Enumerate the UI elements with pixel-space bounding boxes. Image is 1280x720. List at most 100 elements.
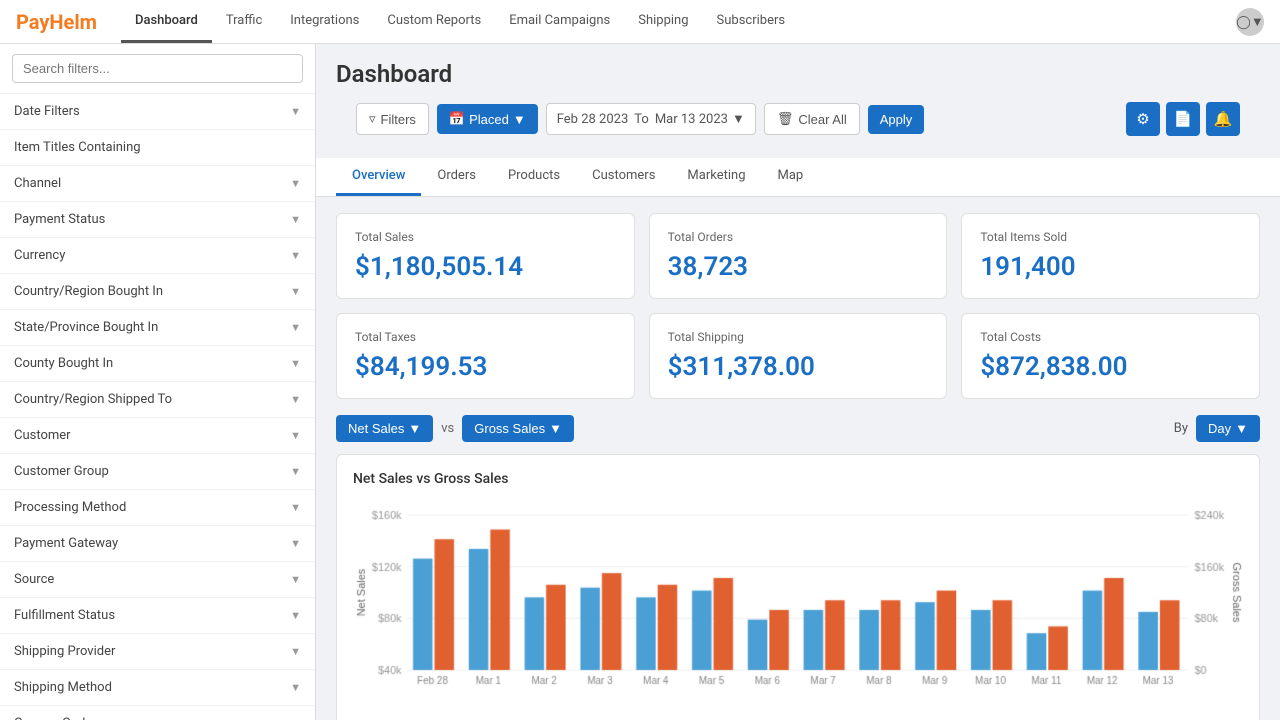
chevron-icon: ▼ — [290, 177, 301, 190]
sidebar-item-label: State/Province Bought In — [14, 320, 158, 335]
sidebar-item-label: Coupon Code — [14, 716, 92, 720]
nav-tab-email-campaigns[interactable]: Email Campaigns — [495, 0, 624, 43]
apply-button[interactable]: Apply — [868, 105, 925, 134]
logo: PayHelm — [16, 10, 97, 34]
chevron-icon: ▼ — [290, 249, 301, 262]
chevron-icon: ▼ — [290, 429, 301, 442]
clear-all-button[interactable]: 🗑 Clear All — [764, 103, 860, 135]
sidebar-item-13[interactable]: Source ▼ — [0, 562, 315, 598]
sidebar-item-15[interactable]: Shipping Provider▼ — [0, 634, 315, 670]
chevron-icon: ▼ — [290, 501, 301, 514]
chevron-icon: ▼ — [290, 609, 301, 622]
sidebar-item-10[interactable]: Customer Group▼ — [0, 454, 315, 490]
net-sales-button[interactable]: Net Sales ▼ — [336, 415, 433, 442]
sidebar-item-label: Shipping Method — [14, 680, 112, 695]
sidebar-item-label: Processing Method — [14, 500, 126, 515]
sidebar-item-label: Item Titles Containing — [14, 140, 141, 155]
sidebar-item-label: Payment Gateway — [14, 536, 118, 551]
stat-label: Total Orders — [668, 230, 929, 244]
user-menu[interactable]: ◯▼ — [1236, 8, 1264, 36]
nav-right: ◯▼ — [1236, 8, 1264, 36]
filters-button[interactable]: ▿ Filters — [356, 103, 429, 135]
sidebar-item-11[interactable]: Processing Method ▼ — [0, 490, 315, 526]
dash-header: Dashboard ▿ Filters 📅 Placed ▼ Feb 28 20… — [316, 44, 1280, 158]
sidebar-item-3[interactable]: Payment Status▼ — [0, 202, 315, 238]
nav-tabs: Dashboard Traffic Integrations Custom Re… — [121, 0, 799, 43]
topnav: PayHelm Dashboard Traffic Integrations C… — [0, 0, 1280, 44]
sidebar-item-label: Date Filters — [14, 104, 80, 119]
placed-date-button[interactable]: 📅 Placed ▼ — [437, 104, 538, 134]
sidebar-item-8[interactable]: Country/Region Shipped To ▼ — [0, 382, 315, 418]
nav-tab-traffic[interactable]: Traffic — [212, 0, 276, 43]
stat-card-2: Total Items Sold191,400 — [961, 213, 1260, 299]
sidebar-item-2[interactable]: Channel ▼ — [0, 166, 315, 202]
chevron-icon: ▼ — [290, 681, 301, 694]
chevron-icon: ▼ — [290, 213, 301, 226]
nav-tab-subscribers[interactable]: Subscribers — [703, 0, 800, 43]
sidebar-item-label: Channel — [14, 176, 61, 191]
sidebar-item-16[interactable]: Shipping Method ▼ — [0, 670, 315, 706]
by-label: By — [1174, 421, 1188, 436]
sidebar-item-label: Country/Region Shipped To — [14, 392, 172, 407]
chevron-icon: ▼ — [290, 645, 301, 658]
chevron-icon: ▼ — [290, 573, 301, 586]
sidebar-item-label: Fulfillment Status — [14, 608, 115, 623]
trash-icon: 🗑 — [777, 111, 794, 127]
nav-tab-custom-reports[interactable]: Custom Reports — [373, 0, 495, 43]
download-icon-button[interactable]: 📄 — [1166, 102, 1200, 136]
stat-label: Total Costs — [980, 330, 1241, 344]
sidebar-search-container — [0, 44, 315, 94]
nav-tab-dashboard[interactable]: Dashboard — [121, 0, 212, 43]
sidebar-item-1[interactable]: Item Titles Containing — [0, 130, 315, 166]
sidebar-item-label: Currency — [14, 248, 65, 263]
sidebar-item-9[interactable]: Customer▼ — [0, 418, 315, 454]
chevron-icon: ▼ — [290, 105, 301, 118]
stat-value: 38,723 — [668, 252, 929, 282]
sidebar-item-12[interactable]: Payment Gateway ▼ — [0, 526, 315, 562]
tab-orders[interactable]: Orders — [421, 158, 492, 196]
stat-value: $872,838.00 — [980, 352, 1241, 382]
sidebar-item-14[interactable]: Fulfillment Status ▼ — [0, 598, 315, 634]
nav-tab-shipping[interactable]: Shipping — [624, 0, 702, 43]
chevron-icon: ▼ — [290, 465, 301, 478]
sidebar-item-17[interactable]: Coupon Code▼ — [0, 706, 315, 720]
chart-controls: Net Sales ▼ vs Gross Sales ▼ By Day ▼ — [336, 415, 1260, 442]
tab-map[interactable]: Map — [762, 158, 820, 196]
search-input[interactable] — [12, 54, 303, 83]
sidebar-item-7[interactable]: County Bought In ▼ — [0, 346, 315, 382]
stat-label: Total Taxes — [355, 330, 616, 344]
toolbar: ▿ Filters 📅 Placed ▼ Feb 28 2023 To Mar … — [336, 102, 1260, 148]
tab-marketing[interactable]: Marketing — [671, 158, 761, 196]
dashboard-tabs: Overview Orders Products Customers Marke… — [316, 158, 1280, 197]
sidebar-item-0[interactable]: Date Filters ▼ — [0, 94, 315, 130]
logo-text: PayHelm — [16, 10, 97, 34]
stat-card-3: Total Taxes$84,199.53 — [336, 313, 635, 399]
nav-tab-integrations[interactable]: Integrations — [276, 0, 373, 43]
chart-section: Net Sales ▼ vs Gross Sales ▼ By Day ▼ Ne… — [316, 415, 1280, 720]
chart-title: Net Sales vs Gross Sales — [353, 471, 1243, 487]
toolbar-icons: ⚙ 📄 🔔 — [1126, 102, 1240, 136]
chevron-icon: ▼ — [290, 393, 301, 406]
stat-card-5: Total Costs $872,838.00 — [961, 313, 1260, 399]
sidebar-item-4[interactable]: Currency ▼ — [0, 238, 315, 274]
calendar-icon: 📅 — [449, 111, 465, 127]
settings-icon-button[interactable]: ⚙ — [1126, 102, 1160, 136]
tab-customers[interactable]: Customers — [576, 158, 671, 196]
sidebar-item-5[interactable]: Country/Region Bought In▼ — [0, 274, 315, 310]
stat-label: Total Items Sold — [980, 230, 1241, 244]
tab-products[interactable]: Products — [492, 158, 576, 196]
chevron-icon: ▼ — [290, 537, 301, 550]
chevron-icon: ▼ — [290, 285, 301, 298]
day-button[interactable]: Day ▼ — [1196, 415, 1260, 442]
chevron-icon: ▼ — [290, 357, 301, 370]
chevron-icon: ▼ — [290, 321, 301, 334]
stats-grid: Total Sales$1,180,505.14 Total Orders 38,7… — [316, 197, 1280, 415]
notification-icon-button[interactable]: 🔔 — [1206, 102, 1240, 136]
sidebar-item-6[interactable]: State/Province Bought In ▼ — [0, 310, 315, 346]
sidebar-item-label: County Bought In — [14, 356, 113, 371]
stat-card-4: Total Shipping$311,378.00 — [649, 313, 948, 399]
stat-card-0: Total Sales$1,180,505.14 — [336, 213, 635, 299]
tab-overview[interactable]: Overview — [336, 158, 421, 196]
gross-sales-button[interactable]: Gross Sales ▼ — [462, 415, 574, 442]
sidebar-item-label: Source — [14, 572, 54, 587]
